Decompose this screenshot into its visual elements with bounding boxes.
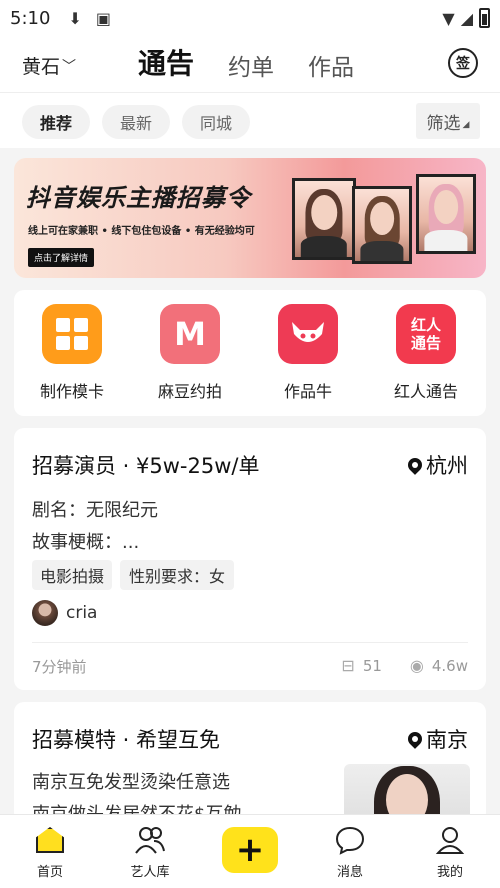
quick-action-madou[interactable]: M 麻豆约拍 — [140, 304, 240, 402]
tab-orders[interactable]: 约单 — [228, 48, 274, 86]
quick-action-zuopinniu[interactable]: 作品牛 — [258, 304, 358, 402]
plus-icon: + — [235, 830, 265, 870]
quick-action-model-card[interactable]: 制作模卡 — [22, 304, 122, 402]
wifi-icon: ▼ — [442, 8, 455, 28]
chip-recommended[interactable]: 推荐 — [22, 105, 90, 139]
battery-icon — [479, 8, 490, 28]
banner-subtitle: 线上可在家兼职 • 线下包住包设备 • 有无经验均可 — [28, 226, 255, 237]
eye-icon: ◉ — [409, 656, 424, 675]
m-logo-icon: M — [160, 304, 220, 364]
status-time: 5:10 — [10, 7, 51, 29]
quick-action-label: 红人通告 — [393, 382, 458, 401]
promo-banner[interactable]: 抖音娱乐主播招募令 线上可在家兼职 • 线下包住包设备 • 有无经验均可 点击了… — [14, 158, 486, 278]
nav-messages[interactable]: 消息 — [310, 825, 390, 880]
nav-artists[interactable]: 艺人库 — [110, 825, 190, 880]
banner-portrait-1 — [292, 178, 356, 260]
chevron-down-icon: ﹀ — [62, 58, 77, 75]
post-location: 南京 — [405, 724, 468, 754]
tab-announcements[interactable]: 通告 — [138, 42, 194, 86]
post-location: 杭州 — [405, 450, 468, 480]
people-icon — [110, 825, 190, 855]
location-pin-icon — [405, 729, 425, 749]
home-icon — [36, 827, 64, 853]
post-author[interactable]: cria — [32, 600, 97, 626]
nav-profile[interactable]: 我的 — [410, 825, 490, 880]
create-post-button[interactable]: + — [222, 827, 278, 873]
banner-portrait-2 — [352, 186, 412, 264]
status-bar: 5:10 ⬇ ▣ ▼ ◢ — [0, 0, 500, 36]
banner-cta[interactable]: 点击了解详情 — [28, 248, 95, 267]
post-time: 7分钟前 — [32, 658, 87, 676]
grid-icon — [42, 304, 102, 364]
filter-row: 推荐 最新 同城 筛选 ◢ — [0, 92, 500, 148]
filter-label: 筛选 — [426, 113, 461, 134]
post-tag: 电影拍摄 — [32, 560, 112, 590]
post-line: 剧名：无限纪元 — [32, 500, 158, 521]
city-label: 黄石 — [22, 56, 61, 78]
post-line: 故事梗概：... — [32, 532, 140, 553]
triangle-down-icon: ◢ — [462, 120, 470, 130]
main-tabs: 通告 约单 作品 — [138, 42, 354, 86]
filter-button[interactable]: 筛选 ◢ — [416, 103, 480, 139]
post-title: 招募演员 · ¥5w-25w/单 — [32, 454, 260, 478]
views-count: 4.6w — [431, 656, 468, 675]
post-title: 招募模特 · 希望互免 — [32, 728, 221, 752]
banner-portrait-3 — [416, 174, 476, 254]
post-line: 南京互免发型烫染任意选 — [32, 772, 230, 793]
quick-action-label: 作品牛 — [283, 382, 332, 401]
applies-count: 51 — [362, 656, 382, 675]
bull-logo-icon — [278, 304, 338, 364]
chat-bubble-icon — [310, 825, 390, 855]
download-icon: ⬇ — [68, 8, 82, 28]
signal-icon: ◢ — [460, 8, 473, 28]
user-icon — [410, 825, 490, 855]
notification-icon: ▣ — [95, 8, 111, 28]
post-tag: 性别要求：女 — [120, 560, 234, 590]
quick-action-label: 制作模卡 — [39, 382, 104, 401]
post-card[interactable]: 招募模特 · 希望互免 南京 南京互免发型烫染任意选 南京做头发居然不花$互勉 — [14, 702, 486, 822]
nav-label: 我的 — [436, 865, 463, 880]
sign-in-icon[interactable]: 签 — [448, 48, 478, 78]
tab-works[interactable]: 作品 — [308, 48, 354, 86]
quick-action-hongren[interactable]: 红人 通告 红人通告 — [376, 304, 476, 402]
nav-home[interactable]: 首页 — [10, 825, 90, 880]
post-card[interactable]: 招募演员 · ¥5w-25w/单 杭州 剧名：无限纪元 故事梗概：... 电影拍… — [14, 428, 486, 690]
divider — [32, 642, 468, 643]
inbox-icon: ⊟ — [341, 656, 355, 675]
chip-latest[interactable]: 最新 — [102, 105, 170, 139]
top-header: 黄石 ﹀ 通告 约单 作品 签 — [0, 36, 500, 92]
banner-title: 抖音娱乐主播招募令 — [26, 184, 251, 212]
hongren-logo-icon: 红人 通告 — [396, 304, 456, 364]
nav-label: 首页 — [36, 865, 63, 880]
bottom-nav: 首页 艺人库 + 消息 我的 — [0, 814, 500, 888]
chip-same-city[interactable]: 同城 — [182, 105, 250, 139]
nav-label: 艺人库 — [130, 865, 170, 880]
city-selector[interactable]: 黄石 ﹀ — [22, 52, 76, 79]
post-stats: ⊟ 51 ◉ 4.6w — [341, 656, 468, 675]
avatar — [32, 600, 58, 626]
nav-label: 消息 — [336, 865, 363, 880]
quick-action-label: 麻豆约拍 — [157, 382, 222, 401]
location-pin-icon — [405, 455, 425, 475]
author-name: cria — [66, 603, 98, 623]
quick-actions: 制作模卡 M 麻豆约拍 作品牛 红人 通告 红人通告 — [14, 290, 486, 416]
